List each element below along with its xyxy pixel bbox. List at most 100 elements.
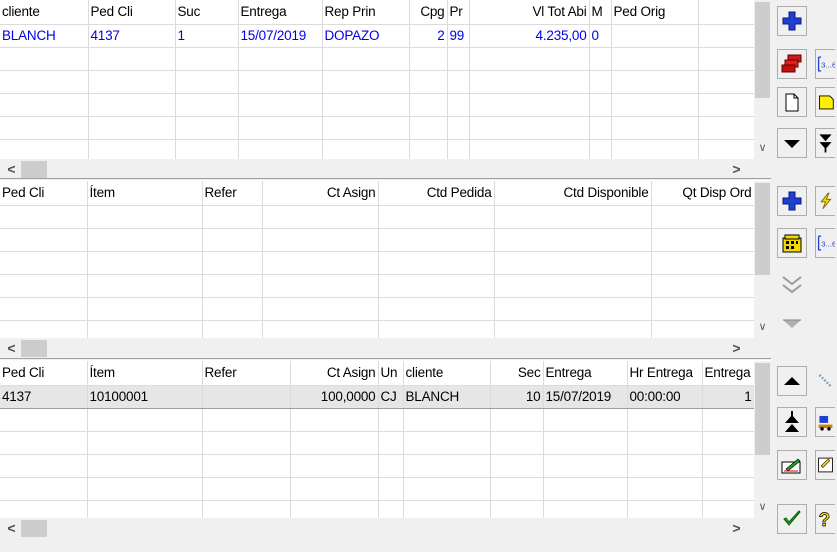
- scroll-left-arrow-icon[interactable]: <: [3, 340, 20, 357]
- warehouse-button[interactable]: [777, 228, 807, 258]
- route-button[interactable]: [815, 366, 835, 396]
- col-header[interactable]: Cpg: [409, 0, 448, 25]
- items-vscroll[interactable]: ∨: [754, 181, 771, 338]
- assignments-grid[interactable]: Ped Cli Ítem Refer Ct Asign Un cliente S…: [0, 361, 754, 518]
- cell[interactable]: 10: [490, 384, 544, 409]
- table-row-empty[interactable]: [0, 297, 754, 321]
- vscroll-thumb[interactable]: [755, 2, 770, 98]
- orders-hscroll[interactable]: < >: [0, 159, 771, 180]
- col-header[interactable]: Entrega: [543, 361, 628, 386]
- hscroll-thumb[interactable]: [21, 161, 47, 178]
- cell[interactable]: [698, 24, 754, 48]
- cell[interactable]: 0: [589, 24, 612, 48]
- col-header[interactable]: Qt Disp Ord: [651, 181, 754, 206]
- table-row-empty[interactable]: [0, 477, 754, 501]
- table-row-empty[interactable]: [0, 408, 754, 432]
- cell[interactable]: 2: [409, 24, 448, 48]
- col-header[interactable]: Refer: [202, 361, 291, 386]
- cell[interactable]: 99: [447, 24, 470, 48]
- col-header[interactable]: Pr: [447, 0, 470, 25]
- cell[interactable]: [202, 384, 291, 409]
- col-header[interactable]: Suc: [175, 0, 239, 25]
- cell[interactable]: 15/07/2019: [543, 384, 628, 409]
- hscroll-thumb[interactable]: [21, 520, 47, 537]
- scroll-left-arrow-icon[interactable]: <: [3, 520, 20, 537]
- process-button[interactable]: [815, 186, 835, 216]
- move-down-button[interactable]: [777, 128, 807, 158]
- col-header[interactable]: Un: [378, 361, 404, 386]
- col-header[interactable]: Ped Cli: [0, 181, 88, 206]
- table-row-empty[interactable]: [0, 93, 754, 117]
- new-document-button[interactable]: [777, 87, 807, 117]
- orders-grid[interactable]: cliente Ped Cli Suc Entrega Rep Prin Cpg…: [0, 0, 754, 159]
- scroll-right-arrow-icon[interactable]: >: [728, 161, 745, 178]
- cell[interactable]: 4.235,00: [469, 24, 590, 48]
- date-range-button[interactable]: 3...6: [815, 49, 835, 79]
- table-row-empty[interactable]: [0, 500, 754, 518]
- table-row-empty[interactable]: [0, 139, 754, 159]
- cell[interactable]: 1: [175, 24, 239, 48]
- load-button[interactable]: [815, 407, 835, 437]
- cell[interactable]: 4137: [88, 24, 176, 48]
- cell[interactable]: 10100001: [87, 384, 203, 409]
- hscroll-thumb[interactable]: [21, 340, 47, 357]
- col-header[interactable]: Ct Asign: [290, 361, 379, 386]
- cell[interactable]: BLANCH: [403, 384, 491, 409]
- col-header[interactable]: Ped Cli: [0, 361, 88, 386]
- edit-assignment-button[interactable]: [777, 450, 807, 480]
- scroll-right-arrow-icon[interactable]: >: [728, 520, 745, 537]
- copy-records-button[interactable]: [777, 49, 807, 79]
- col-header[interactable]: Ítem: [87, 181, 203, 206]
- table-row-empty[interactable]: [0, 431, 754, 455]
- date-range-button-2[interactable]: 3...6: [815, 228, 835, 258]
- move-bottom-button[interactable]: [815, 128, 835, 158]
- scroll-down-arrow-icon[interactable]: ∨: [754, 140, 771, 157]
- col-header[interactable]: Ítem: [87, 361, 203, 386]
- table-row-empty[interactable]: [0, 320, 754, 338]
- items-grid[interactable]: Ped Cli Ítem Refer Ct Asign Ctd Pedida C…: [0, 181, 754, 338]
- col-header[interactable]: Entrega: [702, 361, 754, 386]
- move-top-button[interactable]: [777, 407, 807, 437]
- table-row-empty[interactable]: [0, 274, 754, 298]
- cell[interactable]: 15/07/2019: [238, 24, 323, 48]
- col-header[interactable]: Hr Entrega: [627, 361, 703, 386]
- col-header[interactable]: Ped Orig: [611, 0, 699, 25]
- cell[interactable]: 1: [702, 384, 754, 409]
- note-button[interactable]: [815, 87, 835, 117]
- col-header[interactable]: Ct Asign: [262, 181, 379, 206]
- cell[interactable]: CJ: [378, 384, 404, 409]
- vscroll-thumb[interactable]: [755, 183, 770, 275]
- col-header[interactable]: Ctd Pedida: [378, 181, 495, 206]
- orders-vscroll[interactable]: ∨: [754, 0, 771, 159]
- table-row-empty[interactable]: [0, 70, 754, 94]
- cell[interactable]: DOPAZO: [322, 24, 410, 48]
- table-row[interactable]: BLANCH 4137 1 15/07/2019 DOPAZO 2 99 4.2…: [0, 24, 754, 48]
- table-row[interactable]: 4137 10100001 100,0000 CJ BLANCH 10 15/0…: [0, 384, 754, 409]
- scroll-down-arrow-icon[interactable]: ∨: [754, 499, 771, 516]
- col-header[interactable]: M: [589, 0, 612, 25]
- assignments-hscroll[interactable]: < >: [0, 518, 771, 539]
- cell[interactable]: [611, 24, 699, 48]
- scroll-down-arrow-icon[interactable]: ∨: [754, 319, 771, 336]
- scroll-right-arrow-icon[interactable]: >: [728, 340, 745, 357]
- col-header[interactable]: Vl Tot Abi: [469, 0, 590, 25]
- cell[interactable]: 100,0000: [290, 384, 379, 409]
- document-edit-button[interactable]: [815, 450, 835, 480]
- table-row-empty[interactable]: [0, 454, 754, 478]
- col-header[interactable]: cliente: [0, 0, 89, 25]
- cell[interactable]: 00:00:00: [627, 384, 703, 409]
- help-button[interactable]: ?: [815, 504, 835, 534]
- scroll-left-arrow-icon[interactable]: <: [3, 161, 20, 178]
- col-header[interactable]: Refer: [202, 181, 263, 206]
- items-hscroll[interactable]: < >: [0, 338, 771, 359]
- col-header[interactable]: cliente: [403, 361, 491, 386]
- col-header[interactable]: Entrega: [238, 0, 323, 25]
- assignments-vscroll[interactable]: ∨: [754, 361, 771, 518]
- add-item-button[interactable]: [777, 186, 807, 216]
- cell[interactable]: 4137: [0, 384, 88, 409]
- move-up-button[interactable]: [777, 366, 807, 396]
- vscroll-thumb[interactable]: [755, 363, 770, 455]
- collapse-button[interactable]: [777, 310, 807, 340]
- ok-button[interactable]: [777, 504, 807, 534]
- expand-button[interactable]: [777, 270, 807, 300]
